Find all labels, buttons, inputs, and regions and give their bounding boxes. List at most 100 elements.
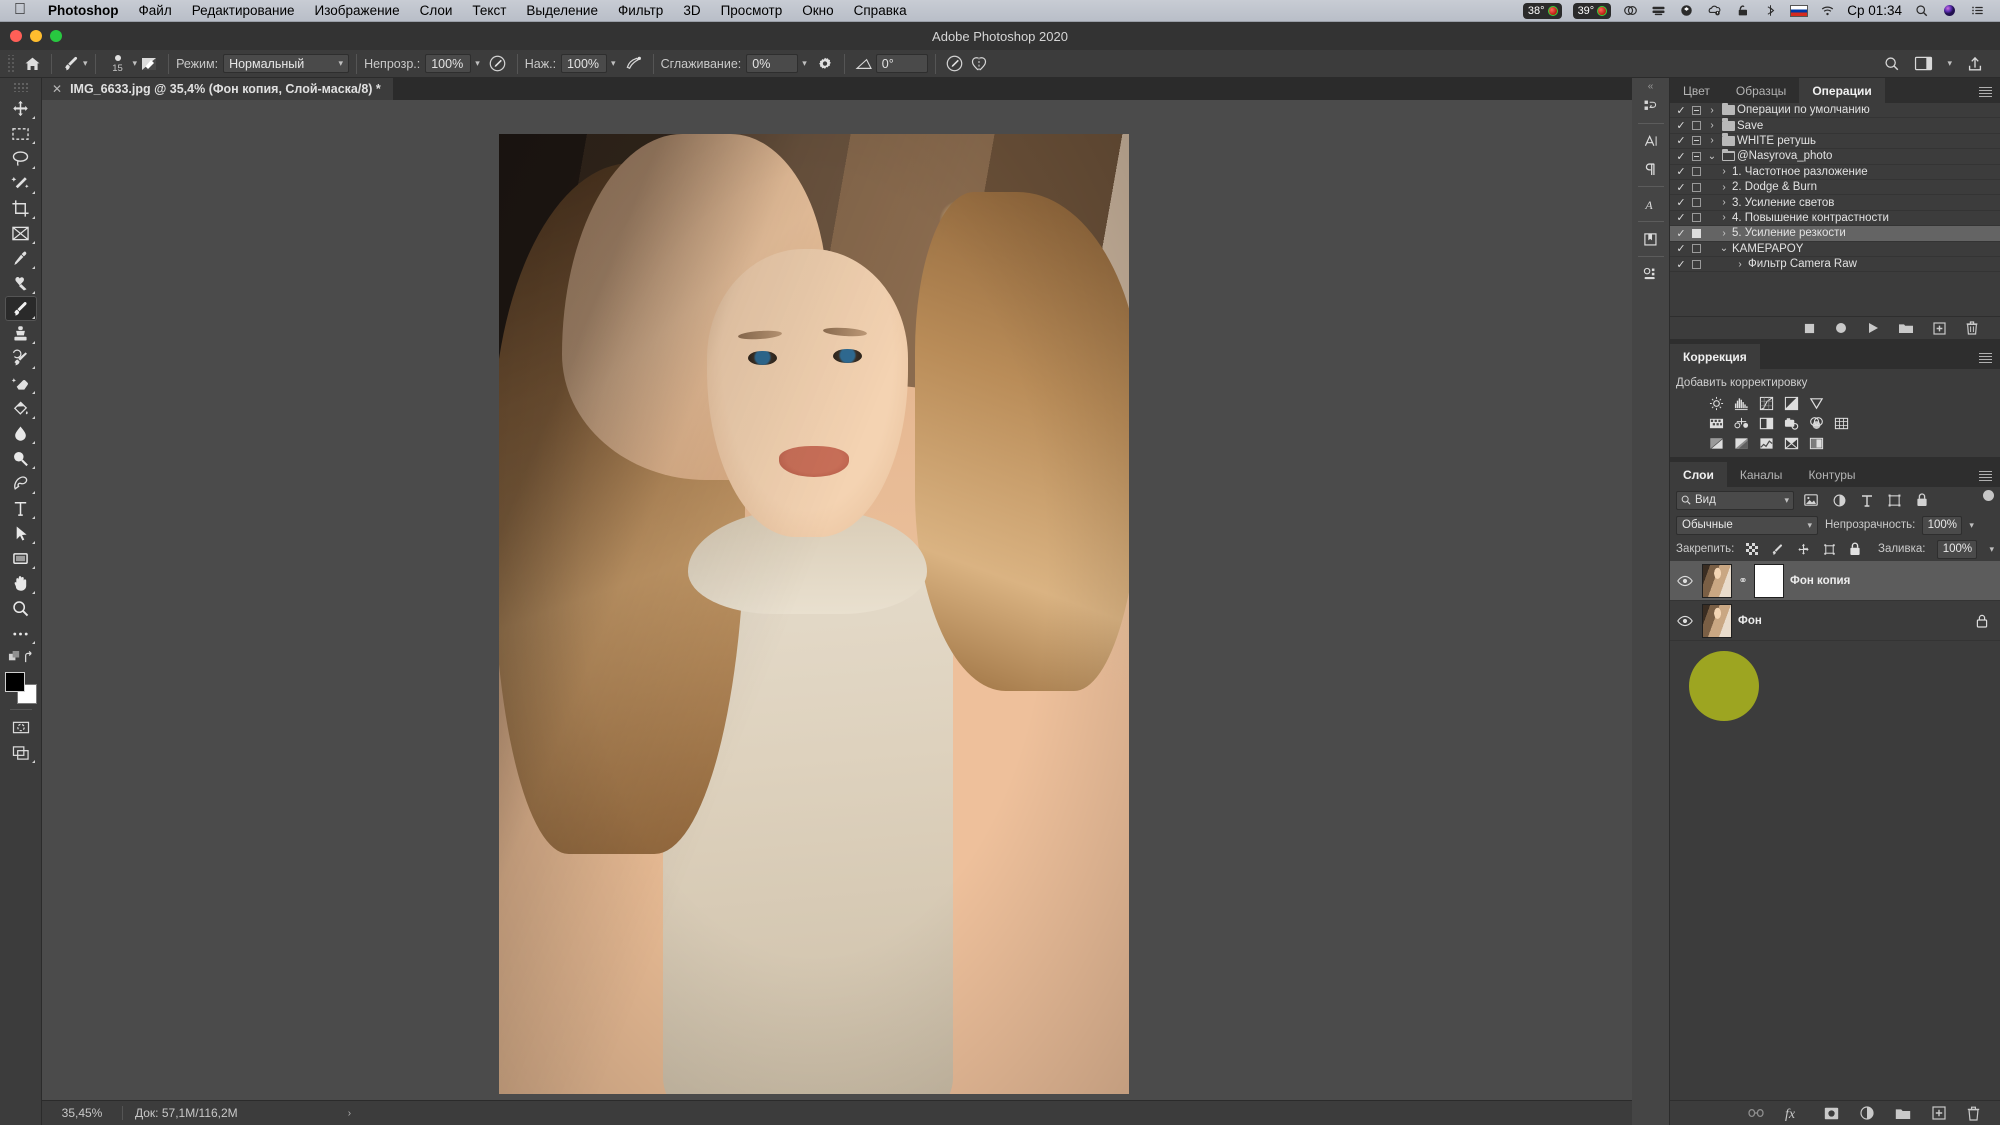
stop-icon[interactable]	[1804, 323, 1815, 334]
chevron-right-icon[interactable]: ›	[1704, 120, 1720, 131]
hue-saturation-icon[interactable]	[1708, 416, 1724, 431]
action-row-kamerapoy[interactable]: ✓ ⌄ KAMEPAPOY	[1670, 242, 2000, 257]
menu-image[interactable]: Изображение	[305, 3, 410, 18]
action-enabled-checkmark[interactable]: ✓	[1674, 119, 1688, 132]
action-dialog-toggle[interactable]	[1688, 151, 1704, 161]
panel-menu-icon[interactable]	[1979, 471, 1992, 483]
stamp-tool[interactable]	[5, 321, 37, 346]
action-row-dodge-burn[interactable]: ✓ › 2. Dodge & Burn	[1670, 180, 2000, 196]
tablet-pressure-size-icon[interactable]	[943, 52, 967, 76]
brush-preset-panel-icon[interactable]	[137, 52, 161, 76]
creative-cloud-icon[interactable]	[1622, 3, 1639, 18]
link-layers-icon[interactable]	[1748, 1108, 1764, 1118]
action-dialog-toggle[interactable]	[1688, 213, 1704, 223]
wifi-icon[interactable]	[1819, 3, 1836, 18]
shape-tool[interactable]	[5, 546, 37, 571]
action-enabled-checkmark[interactable]: ✓	[1674, 104, 1688, 117]
layer-thumbnail[interactable]	[1702, 563, 1732, 598]
zoom-level[interactable]: 35,45%	[42, 1106, 122, 1120]
action-enabled-checkmark[interactable]: ✓	[1674, 134, 1688, 147]
move-tool[interactable]	[5, 96, 37, 121]
layer-mask-link-icon[interactable]: ⚭	[1738, 574, 1748, 587]
options-bar-grip[interactable]	[6, 54, 16, 73]
chevron-right-icon[interactable]: ›	[1704, 105, 1720, 116]
menu-view[interactable]: Просмотр	[711, 3, 793, 18]
channel-mixer-icon[interactable]	[1808, 416, 1824, 431]
eraser-tool[interactable]	[5, 371, 37, 396]
chevron-down-icon[interactable]: ▾	[1947, 59, 1952, 68]
action-enabled-checkmark[interactable]: ✓	[1674, 150, 1688, 163]
character-styles-icon[interactable]: A	[1635, 190, 1667, 218]
action-row-camera-raw-filter[interactable]: ✓ › Фильтр Camera Raw	[1670, 257, 2000, 273]
smoothing-dropdown[interactable]: ▾	[802, 59, 807, 68]
menu-bar-clock[interactable]: Ср 01:34	[1847, 3, 1902, 18]
action-enabled-checkmark[interactable]: ✓	[1674, 196, 1688, 209]
character-panel-icon[interactable]	[1635, 127, 1667, 155]
action-dialog-toggle[interactable]	[1688, 228, 1704, 238]
type-tool[interactable]	[5, 496, 37, 521]
new-group-icon[interactable]	[1895, 1107, 1911, 1120]
color-lookup-icon[interactable]	[1833, 416, 1849, 431]
document-size-info[interactable]: Док: 57,1M/116,2M ›	[123, 1106, 363, 1120]
brush-tool-dropdown[interactable]: ▾	[83, 59, 88, 68]
cloud-sync-icon[interactable]	[1706, 3, 1723, 18]
default-colors-swap[interactable]	[5, 646, 37, 668]
libraries-panel-icon[interactable]	[1635, 225, 1667, 253]
menu-text[interactable]: Текст	[462, 3, 516, 18]
layer-visibility-toggle[interactable]	[1674, 615, 1696, 627]
opacity-dropdown[interactable]: ▾	[475, 59, 480, 68]
dodge-tool[interactable]	[5, 446, 37, 471]
smoothing-input[interactable]: 0%	[746, 54, 799, 73]
selective-color-icon[interactable]	[1783, 436, 1799, 451]
quick-mask-icon[interactable]	[5, 715, 37, 740]
lock-artboard-icon[interactable]	[1823, 543, 1836, 556]
weather-indicator-2[interactable]: 39°	[1572, 2, 1612, 19]
tab-swatches[interactable]: Образцы	[1722, 78, 1800, 103]
vibrance-icon[interactable]	[1808, 396, 1824, 411]
action-dialog-toggle[interactable]	[1688, 198, 1704, 208]
search-icon[interactable]	[1913, 3, 1930, 18]
action-enabled-checkmark[interactable]: ✓	[1674, 242, 1688, 255]
action-dialog-toggle[interactable]	[1688, 182, 1704, 192]
gradient-tool[interactable]	[5, 396, 37, 421]
action-enabled-checkmark[interactable]: ✓	[1674, 211, 1688, 224]
fx-icon[interactable]: fx	[1785, 1106, 1803, 1121]
color-swatches[interactable]	[4, 672, 38, 704]
action-row-contrast-boost[interactable]: ✓ › 4. Повышение контрастности	[1670, 211, 2000, 227]
add-mask-icon[interactable]	[1824, 1107, 1839, 1120]
tab-paths[interactable]: Контуры	[1795, 462, 1869, 488]
action-enabled-checkmark[interactable]: ✓	[1674, 165, 1688, 178]
symmetry-butterfly-icon[interactable]	[967, 52, 991, 76]
invert-icon[interactable]	[1708, 436, 1724, 451]
record-icon[interactable]	[1835, 322, 1847, 334]
layer-fill-dropdown[interactable]: ▾	[1989, 544, 1994, 554]
chevron-right-icon[interactable]: ›	[1716, 228, 1732, 239]
threshold-icon[interactable]	[1758, 436, 1774, 451]
layer-name[interactable]: Фон	[1738, 615, 1762, 627]
layer-opacity-dropdown[interactable]: ▾	[1969, 520, 1974, 530]
action-row-save[interactable]: ✓ › Save	[1670, 118, 2000, 134]
layer-filter-select[interactable]: Вид ▾	[1676, 490, 1794, 510]
layer-row-fon[interactable]: Фон	[1670, 601, 2000, 642]
adjustment-filter-icon[interactable]	[1833, 494, 1846, 507]
tab-actions[interactable]: Операции	[1799, 78, 1885, 103]
home-icon[interactable]	[20, 52, 44, 76]
apple-logo-icon[interactable]: 	[6, 1, 38, 20]
new-layer-icon[interactable]	[1932, 1106, 1946, 1120]
frame-tool[interactable]	[5, 221, 37, 246]
action-row-white-retouch[interactable]: ✓ › WHITE ретушь	[1670, 133, 2000, 150]
screen-share-icon[interactable]	[1734, 3, 1751, 18]
menu-3d[interactable]: 3D	[673, 3, 710, 18]
blur-tool[interactable]	[5, 421, 37, 446]
bluetooth-icon[interactable]	[1762, 3, 1779, 18]
filter-enable-toggle[interactable]	[1983, 490, 1994, 510]
smart-object-filter-icon[interactable]	[1916, 493, 1928, 507]
properties-panel-icon[interactable]	[1635, 260, 1667, 288]
lasso-tool[interactable]	[5, 146, 37, 171]
airbrush-icon[interactable]	[622, 52, 646, 76]
canvas-area[interactable]	[42, 100, 1632, 1100]
server-stack-icon[interactable]	[1650, 3, 1667, 18]
chevron-right-icon[interactable]: ›	[348, 1108, 351, 1119]
share-icon[interactable]	[1966, 55, 1984, 73]
zoom-tool[interactable]	[5, 596, 37, 621]
